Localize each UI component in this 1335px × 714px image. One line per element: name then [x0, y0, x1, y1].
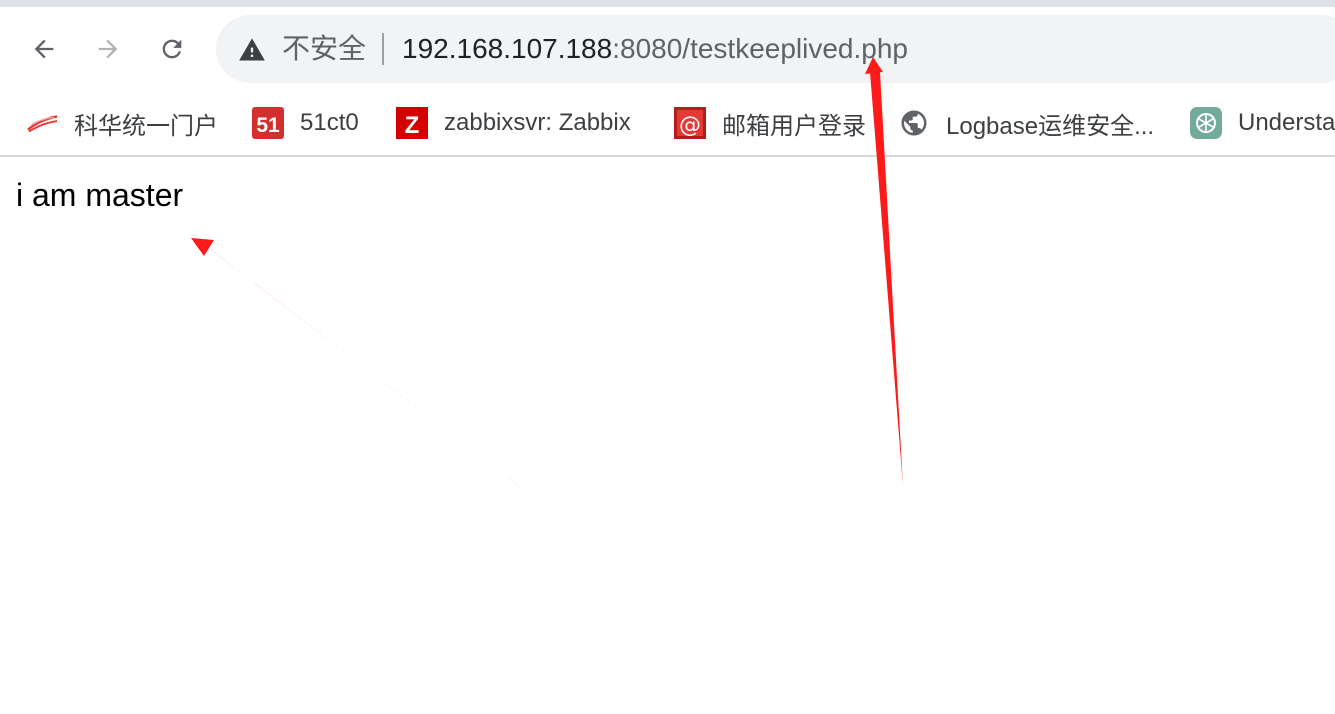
51cto-logo-icon: 51 [252, 107, 284, 139]
reload-icon [162, 39, 182, 59]
bookmark-label: 邮箱用户登录 [722, 112, 866, 140]
bookmark-kehua[interactable]: 科华统一门户 [26, 103, 218, 143]
bookmark-label: Understa [1238, 109, 1335, 136]
arrow-left-icon [34, 39, 54, 59]
browser-toolbar: 不安全 192.168.107.188:8080/testkeeplived.p… [0, 7, 1335, 91]
bookmark-label: Logbase运维安全... [946, 112, 1155, 140]
url-text[interactable]: 192.168.107.188:8080/testkeeplived.php [402, 31, 908, 67]
tab-strip-edge [0, 0, 1335, 7]
bookmark-label: 51ct0 [300, 109, 359, 136]
bookmark-logbase[interactable]: Logbase运维安全... [898, 103, 1154, 143]
kehua-logo-icon [26, 107, 58, 139]
page-body-text: i am master [16, 177, 184, 213]
bookmark-mail[interactable]: @ 邮箱用户登录 [674, 103, 866, 143]
warning-triangle-icon[interactable] [238, 36, 266, 64]
url-host: 192.168.107.188 [402, 33, 613, 64]
openai-logo-icon [1190, 107, 1222, 139]
bookmark-51cto[interactable]: 51 51ct0 [252, 103, 359, 143]
reload-button[interactable] [152, 29, 192, 69]
svg-text:51: 51 [256, 114, 280, 137]
arrow-right-icon [98, 39, 118, 59]
zabbix-logo-icon: Z [396, 107, 428, 139]
not-secure-label[interactable]: 不安全 [282, 31, 366, 67]
url-path: :8080/testkeeplived.php [612, 33, 908, 64]
page-content: i am master [0, 157, 1335, 714]
svg-text:@: @ [679, 113, 701, 138]
address-separator [382, 33, 384, 65]
back-button[interactable] [24, 29, 64, 69]
address-bar[interactable]: 不安全 192.168.107.188:8080/testkeeplived.p… [216, 15, 1335, 83]
bookmark-label: 科华统一门户 [74, 112, 218, 140]
bookmark-understand[interactable]: Understa [1190, 103, 1335, 143]
bookmarks-bar: 科华统一门户 51 51ct0 Z zabbixsvr: Zabbix @ 邮箱… [0, 91, 1335, 155]
globe-icon [898, 107, 930, 139]
svg-text:Z: Z [405, 112, 420, 139]
forward-button[interactable] [88, 29, 128, 69]
bookmark-label: zabbixsvr: Zabbix [444, 109, 631, 136]
mail-at-icon: @ [674, 107, 706, 139]
bookmark-zabbix[interactable]: Z zabbixsvr: Zabbix [396, 103, 631, 143]
